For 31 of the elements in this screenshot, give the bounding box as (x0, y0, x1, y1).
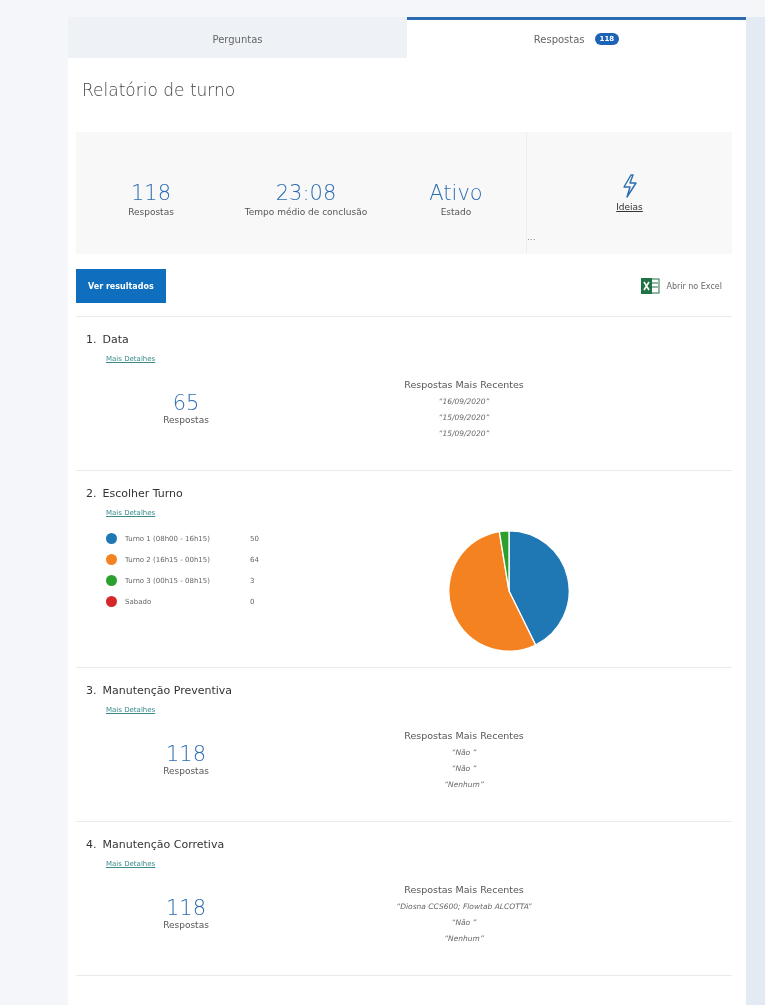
tab[interactable]: Perguntas (68, 17, 407, 58)
question-number: 4. (86, 838, 97, 851)
form-title: Relatório de turno (81, 79, 237, 102)
ideas-link[interactable]: Ideias (616, 202, 643, 212)
question-title: Escolher Turno (102, 487, 183, 500)
stat-value: 23:08 (275, 181, 337, 205)
view-results-button[interactable]: Ver resultados (76, 269, 166, 303)
recent-heading: Respostas Mais Recentes (404, 884, 524, 895)
recent-heading: Respostas Mais Recentes (404, 730, 524, 741)
response-count: 65 (172, 391, 200, 415)
stat-value: Ativo (429, 181, 483, 205)
more-button[interactable]: ... (527, 232, 536, 242)
spreadsheet-icon (640, 277, 661, 295)
question-title: Manutenção Preventiva (102, 684, 233, 697)
count-label: Respostas (163, 415, 209, 425)
recent-heading: Respostas Mais Recentes (404, 379, 524, 390)
question-number: 2. (86, 487, 97, 500)
stat-label: Respostas (128, 207, 174, 217)
lightning-icon (620, 174, 639, 198)
response-count: 118 (165, 742, 207, 766)
stat-value: 118 (130, 181, 172, 205)
count-label: Respostas (163, 920, 209, 930)
count-label: Respostas (163, 766, 209, 776)
response-count: 118 (165, 896, 207, 920)
excel-link[interactable]: Abrir no Excel (640, 277, 722, 295)
question-number: 1. (86, 333, 97, 346)
stat-label: Tempo médio de conclusão (244, 207, 368, 217)
question-title: Data (102, 333, 129, 346)
question-number: 3. (86, 684, 97, 697)
stat-label: Estado (440, 207, 472, 217)
question-title: Manutenção Corretiva (102, 838, 225, 851)
